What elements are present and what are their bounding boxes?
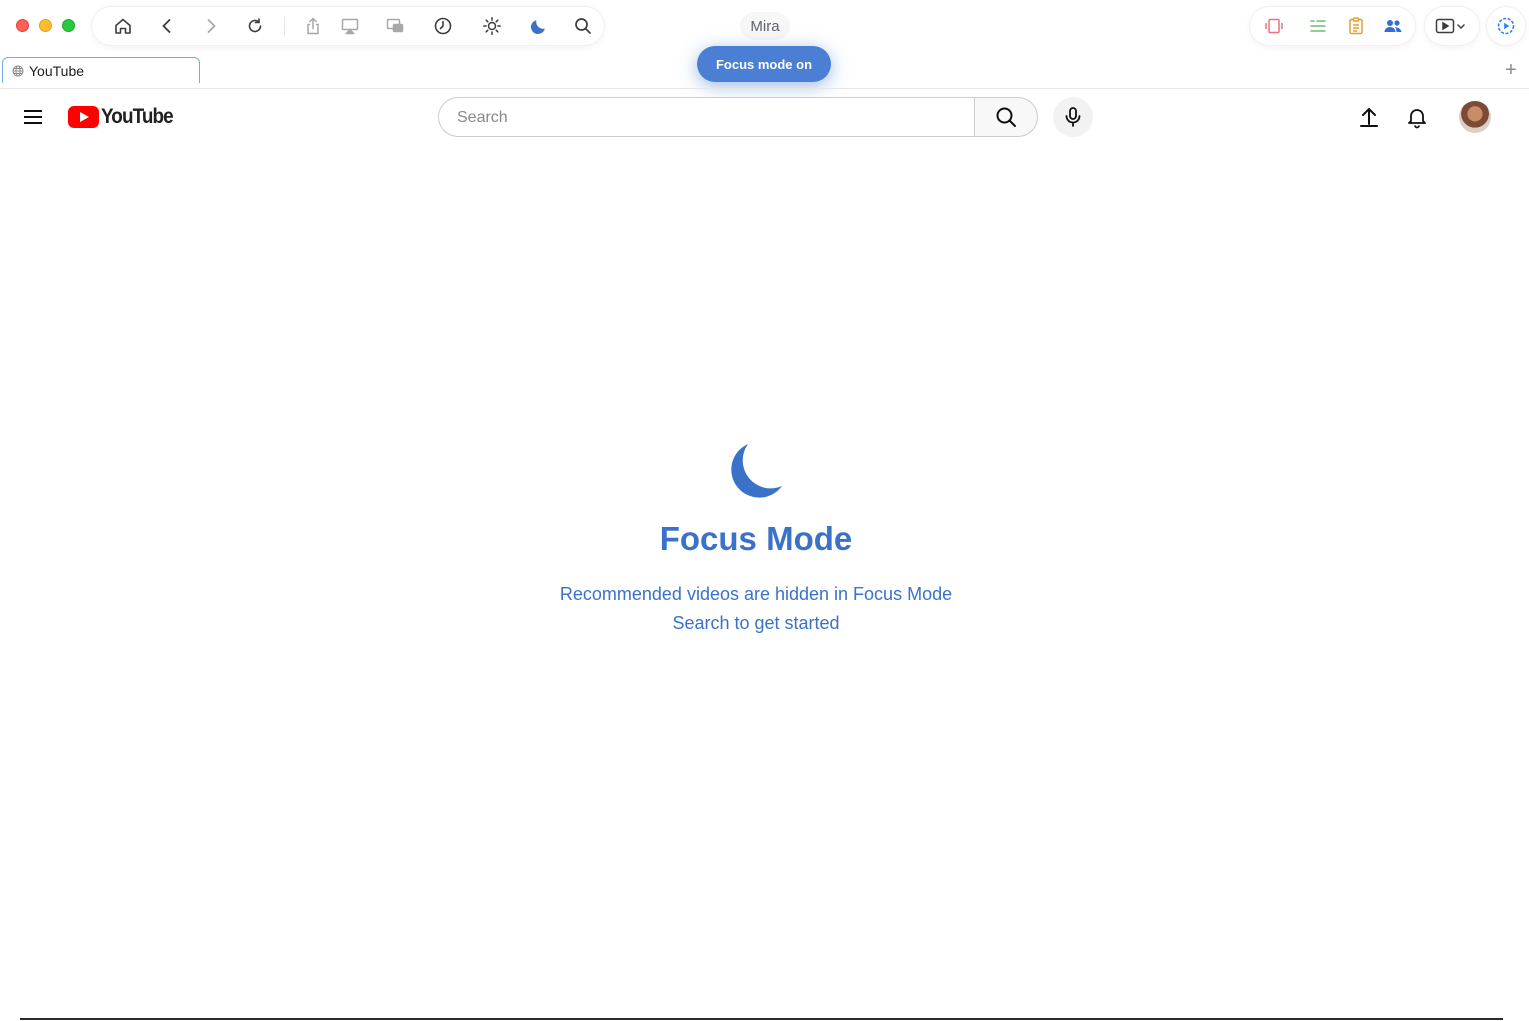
browser-toolbar	[92, 7, 604, 45]
search-box	[438, 97, 975, 138]
upload-icon	[1360, 107, 1378, 127]
media-control	[1425, 7, 1479, 45]
search-button[interactable]	[974, 97, 1038, 137]
brightness-icon[interactable]	[480, 14, 504, 38]
window-minimize-button[interactable]	[39, 19, 52, 32]
window-maximize-button[interactable]	[62, 19, 75, 32]
youtube-play-icon	[68, 106, 99, 128]
voice-search-button[interactable]	[1053, 97, 1093, 137]
moon-icon[interactable]	[527, 14, 551, 38]
focus-mode-hint: Search to get started	[672, 613, 840, 633]
notifications-button[interactable]	[1404, 104, 1430, 130]
history-icon[interactable]	[431, 14, 455, 38]
new-tab-button[interactable]: +	[1501, 60, 1521, 80]
back-icon[interactable]	[155, 14, 179, 38]
toolbar-divider	[284, 17, 285, 35]
clipboard-icon[interactable]	[1346, 16, 1366, 36]
people-icon[interactable]	[1383, 16, 1403, 36]
share-icon[interactable]	[301, 14, 325, 38]
avatar[interactable]	[1459, 101, 1491, 133]
focus-mode-message: Recommended videos are hidden in Focus M…	[559, 584, 953, 604]
reload-icon[interactable]	[243, 14, 267, 38]
picture-in-picture-icon[interactable]	[383, 14, 407, 38]
focus-mode-toast: Focus mode on	[697, 46, 831, 82]
tab-title: YouTube	[29, 62, 85, 79]
window-bottom-edge	[20, 1018, 1503, 1020]
search-icon	[996, 107, 1016, 127]
home-icon[interactable]	[111, 14, 135, 38]
bell-icon	[1408, 109, 1426, 129]
profile-name[interactable]: Mira	[740, 12, 790, 40]
menu-icon[interactable]	[22, 106, 44, 128]
youtube-logo-text: YouTube	[101, 105, 174, 128]
tab-youtube[interactable]: YouTube	[2, 57, 200, 83]
moon-icon	[731, 444, 782, 498]
globe-icon	[12, 65, 24, 76]
window-close-button[interactable]	[16, 19, 29, 32]
search-input[interactable]	[455, 98, 959, 138]
microphone-icon	[1065, 107, 1081, 127]
media-player-icon[interactable]	[1435, 16, 1467, 36]
settings	[1487, 7, 1525, 45]
notes-list-icon[interactable]	[1308, 16, 1328, 36]
video-frame-icon[interactable]	[1264, 16, 1284, 36]
extension-toolbar	[1250, 7, 1415, 45]
airplay-icon[interactable]	[338, 14, 362, 38]
upload-button[interactable]	[1356, 104, 1382, 130]
settings-gear-icon[interactable]	[1496, 16, 1516, 36]
youtube-logo[interactable]: YouTube	[68, 105, 181, 129]
search-icon[interactable]	[571, 14, 595, 38]
forward-icon[interactable]	[199, 14, 223, 38]
focus-mode-title: Focus Mode	[659, 520, 853, 557]
chrome-divider	[0, 88, 1529, 89]
